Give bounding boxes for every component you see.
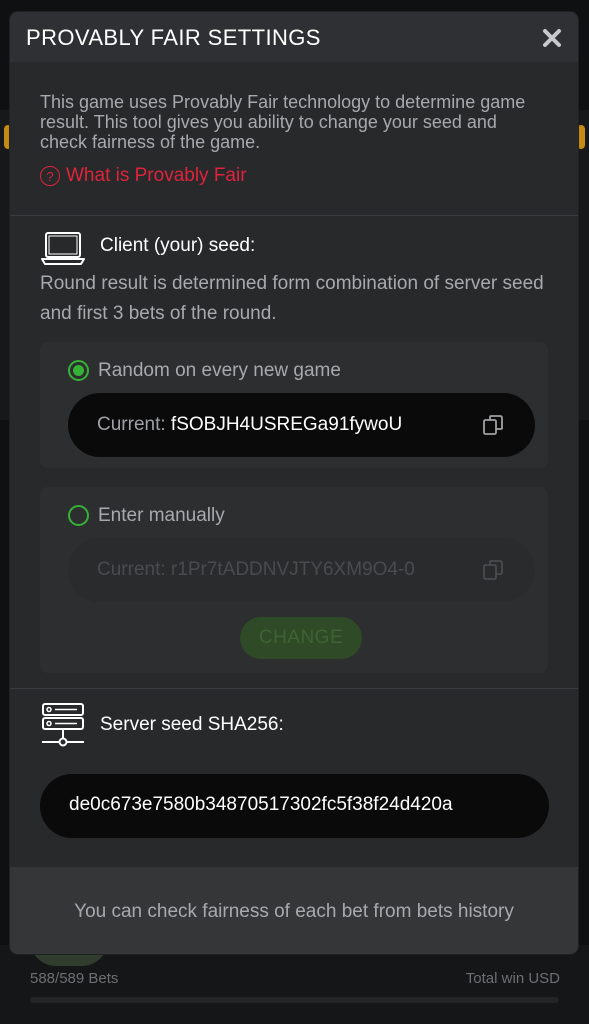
divider [10,215,578,216]
random-seed-field: Current: fSOBJH4USREGa91fywoU [68,393,535,457]
current-seed-value: fSOBJH4USREGa91fywoU [170,414,403,435]
modal-title: PROVABLY FAIR SETTINGS [26,25,321,50]
manual-seed-value: r1Pr7tADDNVJTY6XM9O4-0 [170,559,415,580]
link-label: What is Provably Fair [66,165,247,186]
manual-seed-field: Current: r1Pr7tADDNVJTY6XM9O4-0 [68,538,535,602]
manual-seed-current: Current: r1Pr7tADDNVJTY6XM9O4-0 [97,559,415,581]
server-seed-title: Server seed SHA256: [100,714,284,735]
manual-seed-label: Enter manually [98,505,225,526]
current-label: Current: [97,414,166,435]
what-is-provably-fair-link[interactable]: ? What is Provably Fair [40,165,247,187]
copy-icon [483,560,503,580]
client-seed-title: Client (your) seed: [100,235,256,256]
copy-icon[interactable] [481,413,505,437]
random-seed-current: Current: fSOBJH4USREGa91fywoU [97,414,402,436]
change-seed-button[interactable]: CHANGE [240,617,362,659]
intro-text: This game uses Provably Fair technology … [40,92,526,152]
bets-count: 588/589 Bets [30,970,119,987]
total-win-label: Total win USD [465,970,560,987]
server-seed-field: de0c673e7580b34870517302fc5f38f24d420a [40,774,549,838]
question-icon: ? [40,166,60,186]
close-icon[interactable] [538,24,566,52]
current-label: Current: [97,559,166,580]
modal-header: PROVABLY FAIR SETTINGS [10,12,578,62]
laptop-icon [41,232,85,265]
manual-seed-radio[interactable] [68,505,89,526]
footer-text: You can check fairness of each bet from … [74,901,514,922]
server-icon [42,703,84,747]
random-seed-radio[interactable] [68,360,89,381]
client-seed-description: Round result is determined form combinat… [40,273,544,324]
server-seed-hash: de0c673e7580b34870517302fc5f38f24d420a [69,794,453,815]
modal-footer: You can check fairness of each bet from … [10,867,578,954]
provably-fair-modal: PROVABLY FAIR SETTINGS This game uses Pr… [10,12,578,954]
manual-seed-option: Enter manually Current: r1Pr7tADDNVJTY6X… [40,487,548,673]
divider [10,688,578,689]
background-accent-right [577,125,585,149]
random-seed-option: Random on every new game Current: fSOBJH… [40,342,548,468]
random-seed-label: Random on every new game [98,360,341,381]
bets-progress-bar [30,997,559,1003]
